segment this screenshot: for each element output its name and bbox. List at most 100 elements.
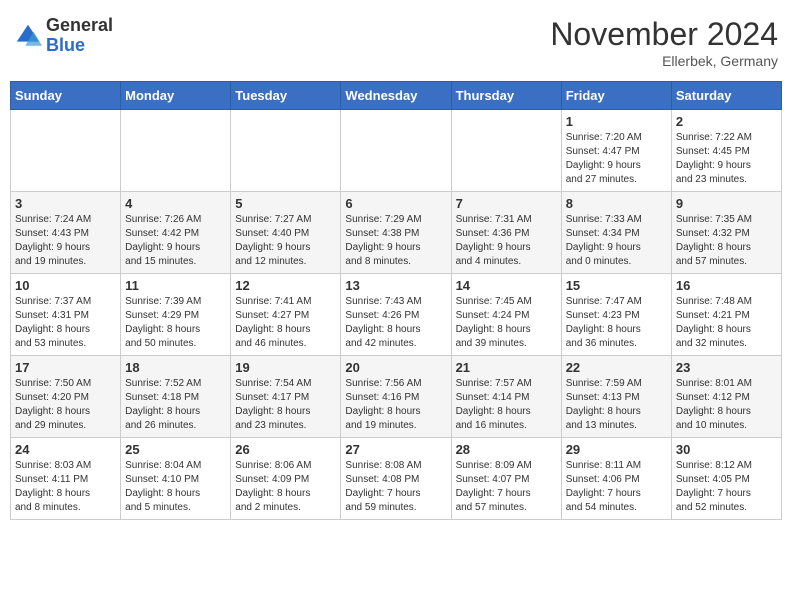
day-info: Sunrise: 7:31 AMSunset: 4:36 PMDaylight:… [456, 213, 557, 269]
calendar-cell: 11 Sunrise: 7:39 AMSunset: 4:29 PMDayligh… [121, 274, 231, 356]
day-info: Sunrise: 7:29 AMSunset: 4:38 PMDaylight:… [345, 213, 446, 269]
day-info: Sunrise: 8:03 AMSunset: 4:11 PMDaylight:… [15, 459, 116, 515]
day-number: 8 [566, 196, 667, 211]
header-day-saturday: Saturday [671, 82, 781, 110]
day-number: 9 [676, 196, 777, 211]
day-info: Sunrise: 7:39 AMSunset: 4:29 PMDaylight:… [125, 295, 226, 351]
logo-blue-text: Blue [46, 36, 113, 56]
calendar-cell: 5Sunrise: 7:27 AMSunset: 4:40 PMDaylight… [231, 192, 341, 274]
calendar-cell: 17 Sunrise: 7:50 AMSunset: 4:20 PMDayligh… [11, 356, 121, 438]
day-info: Sunrise: 7:35 AMSunset: 4:32 PMDaylight:… [676, 213, 777, 269]
calendar-cell: 15Sunrise: 7:47 AMSunset: 4:23 PMDayligh… [561, 274, 671, 356]
day-info: Sunrise: 8:08 AMSunset: 4:08 PMDaylight:… [345, 459, 446, 515]
week-row-2: 10Sunrise: 7:37 AMSunset: 4:31 PMDayligh… [11, 274, 782, 356]
day-info: Sunrise: 7:22 AMSunset: 4:45 PMDaylight:… [676, 131, 777, 187]
day-info: Sunrise: 8:04 AMSunset: 4:10 PMDaylight:… [125, 459, 226, 515]
day-info: Sunrise: 7:20 AMSunset: 4:47 PMDaylight:… [566, 131, 667, 187]
calendar-body: 1 Sunrise: 7:20 AMSunset: 4:47 PMDaylight… [11, 110, 782, 520]
day-number: 20 [345, 360, 446, 375]
day-number: 12 [235, 278, 336, 293]
day-info: Sunrise: 7:33 AMSunset: 4:34 PMDaylight:… [566, 213, 667, 269]
day-info: Sunrise: 7:52 AMSunset: 4:18 PMDaylight:… [125, 377, 226, 433]
day-number: 30 [676, 442, 777, 457]
calendar-cell: 20Sunrise: 7:56 AMSunset: 4:16 PMDayligh… [341, 356, 451, 438]
calendar-cell: 18 Sunrise: 7:52 AMSunset: 4:18 PMDayligh… [121, 356, 231, 438]
header-day-wednesday: Wednesday [341, 82, 451, 110]
day-number: 14 [456, 278, 557, 293]
calendar-cell: 6 Sunrise: 7:29 AMSunset: 4:38 PMDaylight… [341, 192, 451, 274]
day-info: Sunrise: 7:24 AMSunset: 4:43 PMDaylight:… [15, 213, 116, 269]
day-number: 25 [125, 442, 226, 457]
calendar-cell: 21Sunrise: 7:57 AMSunset: 4:14 PMDayligh… [451, 356, 561, 438]
day-number: 19 [235, 360, 336, 375]
calendar-cell: 22 Sunrise: 7:59 AMSunset: 4:13 PMDayligh… [561, 356, 671, 438]
calendar-cell: 28 Sunrise: 8:09 AMSunset: 4:07 PMDayligh… [451, 438, 561, 520]
day-info: Sunrise: 7:57 AMSunset: 4:14 PMDaylight:… [456, 377, 557, 433]
calendar-cell: 29Sunrise: 8:11 AMSunset: 4:06 PMDayligh… [561, 438, 671, 520]
logo-general-text: General [46, 16, 113, 36]
day-info: Sunrise: 7:48 AMSunset: 4:21 PMDaylight:… [676, 295, 777, 351]
calendar-cell: 30 Sunrise: 8:12 AMSunset: 4:05 PMDayligh… [671, 438, 781, 520]
day-info: Sunrise: 7:54 AMSunset: 4:17 PMDaylight:… [235, 377, 336, 433]
calendar-cell [341, 110, 451, 192]
day-number: 15 [566, 278, 667, 293]
location: Ellerbek, Germany [550, 53, 778, 69]
header-day-tuesday: Tuesday [231, 82, 341, 110]
calendar-cell: 2 Sunrise: 7:22 AMSunset: 4:45 PMDaylight… [671, 110, 781, 192]
day-number: 27 [345, 442, 446, 457]
calendar-cell: 1 Sunrise: 7:20 AMSunset: 4:47 PMDaylight… [561, 110, 671, 192]
logo-icon [14, 22, 42, 50]
day-number: 23 [676, 360, 777, 375]
calendar-cell: 19 Sunrise: 7:54 AMSunset: 4:17 PMDayligh… [231, 356, 341, 438]
day-info: Sunrise: 8:12 AMSunset: 4:05 PMDaylight:… [676, 459, 777, 515]
calendar-cell: 24 Sunrise: 8:03 AMSunset: 4:11 PMDayligh… [11, 438, 121, 520]
calendar-cell: 8 Sunrise: 7:33 AMSunset: 4:34 PMDaylight… [561, 192, 671, 274]
month-title: November 2024 [550, 16, 778, 53]
title-area: November 2024 Ellerbek, Germany [550, 16, 778, 69]
day-info: Sunrise: 7:50 AMSunset: 4:20 PMDaylight:… [15, 377, 116, 433]
calendar-cell: 14 Sunrise: 7:45 AMSunset: 4:24 PMDayligh… [451, 274, 561, 356]
day-number: 2 [676, 114, 777, 129]
day-number: 17 [15, 360, 116, 375]
day-number: 18 [125, 360, 226, 375]
day-info: Sunrise: 7:41 AMSunset: 4:27 PMDaylight:… [235, 295, 336, 351]
header: General Blue November 2024 Ellerbek, Ger… [10, 10, 782, 75]
day-info: Sunrise: 7:59 AMSunset: 4:13 PMDaylight:… [566, 377, 667, 433]
calendar-cell: 23 Sunrise: 8:01 AMSunset: 4:12 PMDayligh… [671, 356, 781, 438]
day-number: 13 [345, 278, 446, 293]
calendar-cell: 26Sunrise: 8:06 AMSunset: 4:09 PMDayligh… [231, 438, 341, 520]
day-number: 4 [125, 196, 226, 211]
day-number: 7 [456, 196, 557, 211]
day-number: 28 [456, 442, 557, 457]
calendar-cell: 7 Sunrise: 7:31 AMSunset: 4:36 PMDaylight… [451, 192, 561, 274]
day-number: 5 [235, 196, 336, 211]
day-info: Sunrise: 8:01 AMSunset: 4:12 PMDaylight:… [676, 377, 777, 433]
week-row-0: 1 Sunrise: 7:20 AMSunset: 4:47 PMDaylight… [11, 110, 782, 192]
calendar-cell [11, 110, 121, 192]
calendar-cell: 12 Sunrise: 7:41 AMSunset: 4:27 PMDayligh… [231, 274, 341, 356]
day-number: 26 [235, 442, 336, 457]
calendar-header: SundayMondayTuesdayWednesdayThursdayFrid… [11, 82, 782, 110]
calendar: SundayMondayTuesdayWednesdayThursdayFrid… [10, 81, 782, 520]
day-number: 1 [566, 114, 667, 129]
calendar-cell [451, 110, 561, 192]
header-day-thursday: Thursday [451, 82, 561, 110]
header-day-friday: Friday [561, 82, 671, 110]
calendar-cell: 3Sunrise: 7:24 AMSunset: 4:43 PMDaylight… [11, 192, 121, 274]
week-row-4: 24 Sunrise: 8:03 AMSunset: 4:11 PMDayligh… [11, 438, 782, 520]
day-number: 29 [566, 442, 667, 457]
day-number: 22 [566, 360, 667, 375]
calendar-cell: 4Sunrise: 7:26 AMSunset: 4:42 PMDaylight… [121, 192, 231, 274]
header-row: SundayMondayTuesdayWednesdayThursdayFrid… [11, 82, 782, 110]
calendar-cell: 16 Sunrise: 7:48 AMSunset: 4:21 PMDayligh… [671, 274, 781, 356]
calendar-cell: 27 Sunrise: 8:08 AMSunset: 4:08 PMDayligh… [341, 438, 451, 520]
calendar-cell: 25 Sunrise: 8:04 AMSunset: 4:10 PMDayligh… [121, 438, 231, 520]
day-number: 11 [125, 278, 226, 293]
day-info: Sunrise: 7:45 AMSunset: 4:24 PMDaylight:… [456, 295, 557, 351]
day-number: 6 [345, 196, 446, 211]
header-day-monday: Monday [121, 82, 231, 110]
calendar-cell: 9 Sunrise: 7:35 AMSunset: 4:32 PMDaylight… [671, 192, 781, 274]
day-info: Sunrise: 8:09 AMSunset: 4:07 PMDaylight:… [456, 459, 557, 515]
day-number: 24 [15, 442, 116, 457]
day-number: 16 [676, 278, 777, 293]
